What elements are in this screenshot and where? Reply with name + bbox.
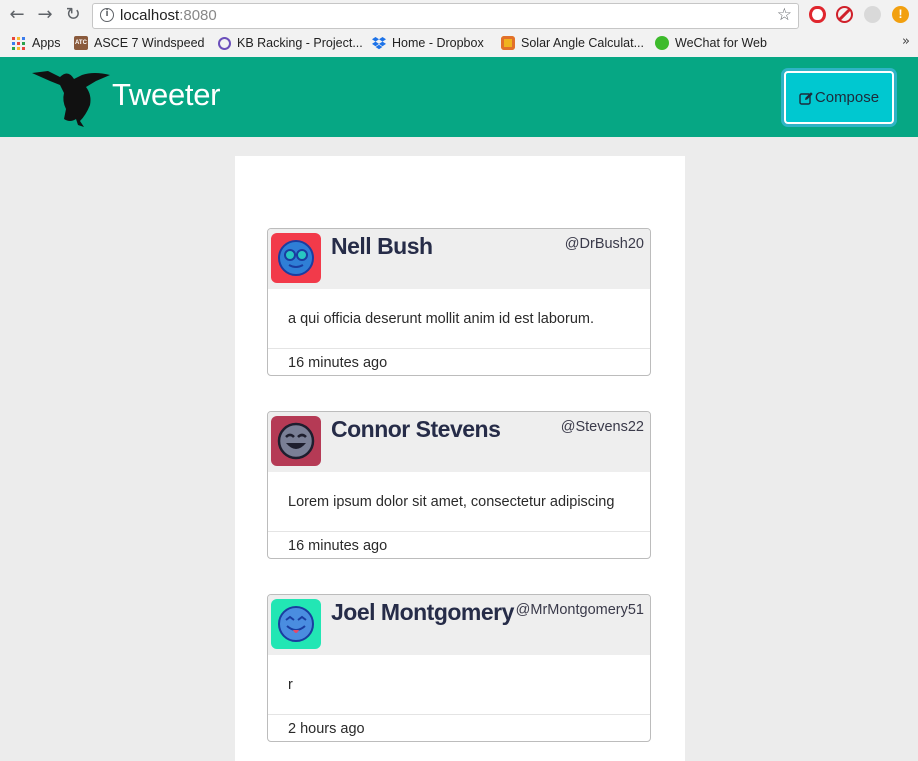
bookmark-label: Solar Angle Calculat... xyxy=(521,36,644,50)
avatar xyxy=(271,416,321,466)
back-arrow-icon[interactable]: ← xyxy=(6,4,28,26)
bookmark-solar[interactable]: Solar Angle Calculat... xyxy=(501,34,644,52)
avatar xyxy=(271,233,321,283)
url-host: localhost xyxy=(120,7,180,24)
bookmark-wechat[interactable]: WeChat for Web xyxy=(655,34,767,52)
bookmark-star-icon[interactable]: ☆ xyxy=(777,5,792,25)
apps-grid-icon xyxy=(12,36,25,50)
atc-icon: ATC xyxy=(74,36,88,50)
tweet-author-name: Nell Bush xyxy=(331,233,433,259)
tweet-text: Lorem ipsum dolor sit amet, consectetur … xyxy=(288,494,615,510)
tweet-timestamp: 16 minutes ago xyxy=(288,355,388,371)
bookmark-apps[interactable]: Apps xyxy=(12,34,61,52)
bookmark-kb-racking[interactable]: KB Racking - Project... xyxy=(218,34,363,52)
edit-icon xyxy=(799,91,813,105)
alert-extension-icon[interactable]: ! xyxy=(892,6,909,23)
bookmark-label: Apps xyxy=(32,36,61,50)
compose-button[interactable]: Compose xyxy=(784,71,894,124)
url-port: :8080 xyxy=(179,7,217,24)
forward-arrow-icon[interactable]: → xyxy=(34,4,56,26)
bookmark-dropbox[interactable]: Home - Dropbox xyxy=(372,34,484,52)
bookmark-label: WeChat for Web xyxy=(675,36,767,50)
tweet-timestamp: 2 hours ago xyxy=(288,721,365,737)
grey-extension-icon[interactable] xyxy=(864,6,881,23)
tweet-header: Joel Montgomery @MrMontgomery51 xyxy=(268,595,650,655)
url-text: localhost:8080 xyxy=(120,7,217,24)
info-icon[interactable]: i xyxy=(100,8,114,22)
tweet-footer: 16 minutes ago xyxy=(268,531,650,558)
bookmark-label: KB Racking - Project... xyxy=(237,36,363,50)
tweet-header: Nell Bush @DrBush20 xyxy=(268,229,650,289)
laughing-face-icon xyxy=(277,422,315,460)
app-header: Tweeter Compose xyxy=(0,57,918,137)
wechat-icon xyxy=(655,36,669,50)
brand-title: Tweeter xyxy=(112,77,221,112)
tweet-footer: 2 hours ago xyxy=(268,714,650,741)
tweet-handle: @DrBush20 xyxy=(564,236,644,252)
tweet-handle: @MrMontgomery51 xyxy=(515,602,644,618)
bookmarks-bar: Apps ATC ASCE 7 Windspeed KB Racking - P… xyxy=(0,32,918,54)
nerd-face-icon xyxy=(278,240,314,276)
dropbox-icon xyxy=(372,36,386,50)
tweet-feed: Nell Bush @DrBush20 a qui officia deseru… xyxy=(235,156,685,761)
tongue-face-icon xyxy=(278,606,314,642)
tweet-handle: @Stevens22 xyxy=(560,419,644,435)
tweet-footer: 16 minutes ago xyxy=(268,348,650,375)
reload-icon[interactable]: ↻ xyxy=(62,4,84,26)
bookmark-label: ASCE 7 Windspeed xyxy=(94,36,205,50)
address-bar[interactable]: i localhost:8080 ☆ xyxy=(92,3,799,29)
tweet-text: r xyxy=(288,677,293,693)
tweet-text: a qui officia deserunt mollit anim id es… xyxy=(288,311,594,327)
bookmark-label: Home - Dropbox xyxy=(392,36,484,50)
opera-extension-icon[interactable] xyxy=(809,6,826,23)
tweet-author-name: Joel Montgomery xyxy=(331,599,514,625)
tweet-card: Nell Bush @DrBush20 a qui officia deseru… xyxy=(267,228,651,376)
bookmark-asce[interactable]: ATC ASCE 7 Windspeed xyxy=(74,34,204,52)
tweet-card: Connor Stevens @Stevens22 Lorem ipsum do… xyxy=(267,411,651,559)
solar-icon xyxy=(501,36,515,50)
tweet-timestamp: 16 minutes ago xyxy=(288,538,388,554)
tweet-header: Connor Stevens @Stevens22 xyxy=(268,412,650,472)
tweet-author-name: Connor Stevens xyxy=(331,416,501,442)
more-bookmarks-icon[interactable]: » xyxy=(902,34,910,49)
avatar xyxy=(271,599,321,649)
compose-label: Compose xyxy=(814,89,880,106)
kb-racking-icon xyxy=(218,36,231,50)
tweet-card: Joel Montgomery @MrMontgomery51 r 2 hour… xyxy=(267,594,651,742)
hummingbird-logo-icon xyxy=(30,65,112,127)
browser-chrome: ← → ↻ i localhost:8080 ☆ ! Apps ATC ASCE… xyxy=(0,0,918,58)
block-extension-icon[interactable] xyxy=(836,6,853,23)
